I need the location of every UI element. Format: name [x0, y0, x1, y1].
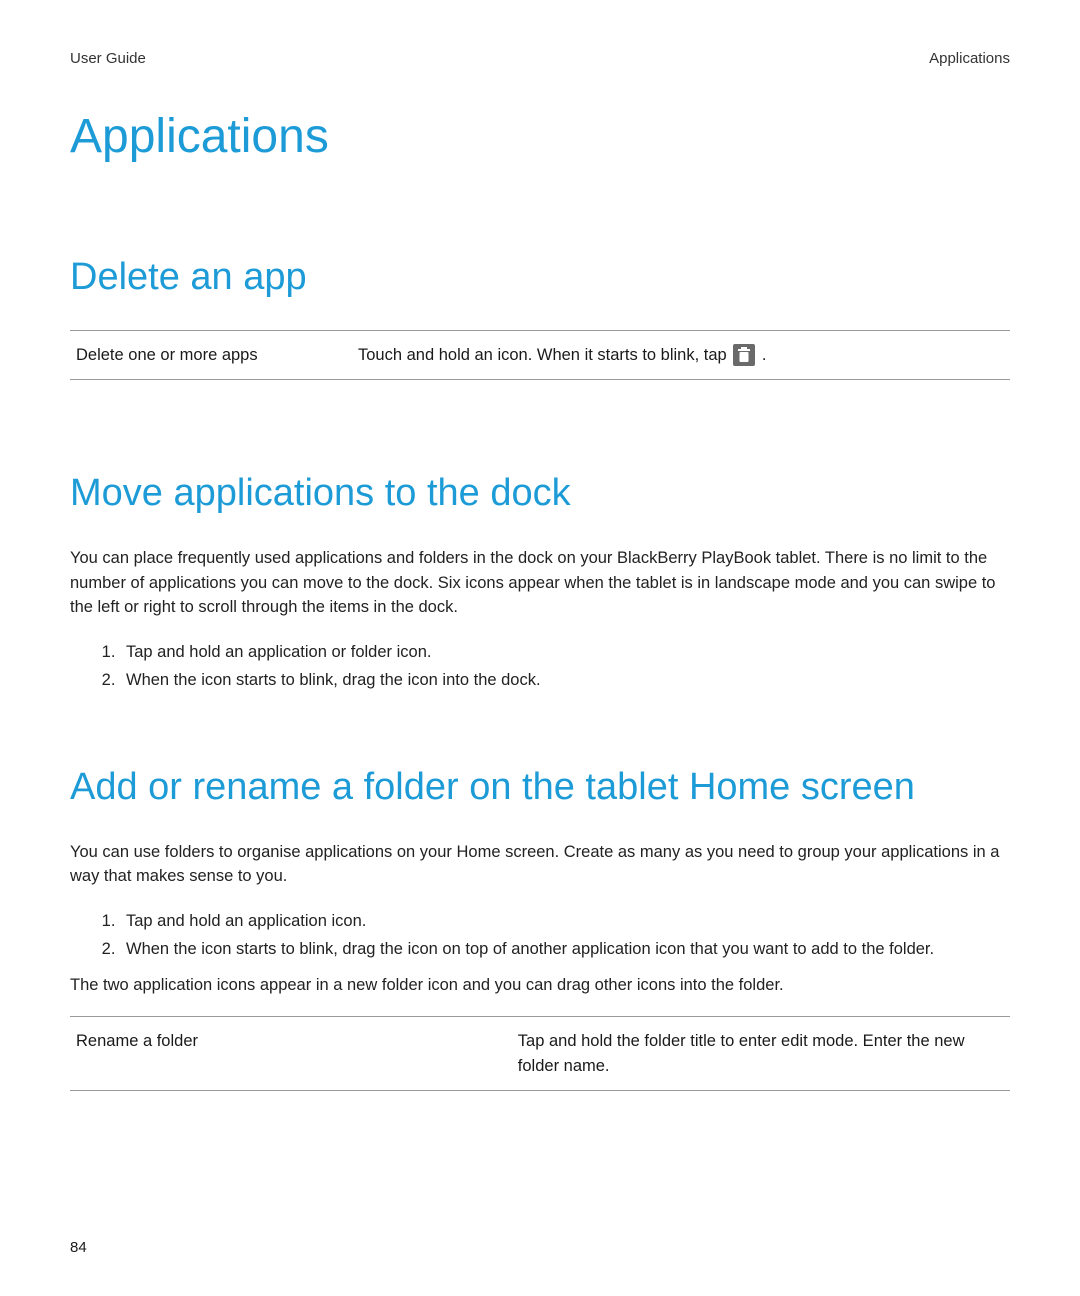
move-dock-steps: Tap and hold an application or folder ic…	[70, 638, 1010, 694]
delete-app-label: Delete one or more apps	[70, 330, 352, 380]
rename-folder-table: Rename a folder Tap and hold the folder …	[70, 1016, 1010, 1092]
list-item: Tap and hold an application or folder ic…	[120, 638, 1010, 666]
delete-instruction-before: Touch and hold an icon. When it starts t…	[358, 346, 731, 364]
rename-folder-label: Rename a folder	[70, 1016, 512, 1091]
delete-app-instruction: Touch and hold an icon. When it starts t…	[352, 330, 1010, 380]
rename-folder-instruction: Tap and hold the folder title to enter e…	[512, 1016, 1010, 1091]
page-header: User Guide Applications	[70, 50, 1010, 67]
delete-instruction-after: .	[762, 346, 767, 364]
section-title-delete-app: Delete an app	[70, 254, 1010, 302]
header-right: Applications	[929, 50, 1010, 67]
folder-paragraph-1: You can use folders to organise applicat…	[70, 840, 1010, 890]
move-dock-paragraph: You can place frequently used applicatio…	[70, 546, 1010, 620]
list-item: When the icon starts to blink, drag the …	[120, 935, 1010, 963]
folder-steps: Tap and hold an application icon. When t…	[70, 907, 1010, 963]
list-item: Tap and hold an application icon.	[120, 907, 1010, 935]
section-title-folder: Add or rename a folder on the tablet Hom…	[70, 764, 1010, 812]
delete-app-table: Delete one or more apps Touch and hold a…	[70, 330, 1010, 381]
chapter-title: Applications	[70, 109, 1010, 164]
header-left: User Guide	[70, 50, 146, 67]
folder-paragraph-2: The two application icons appear in a ne…	[70, 973, 1010, 998]
section-title-move-dock: Move applications to the dock	[70, 470, 1010, 518]
trash-icon	[733, 344, 755, 366]
page-number: 84	[70, 1239, 87, 1256]
list-item: When the icon starts to blink, drag the …	[120, 666, 1010, 694]
